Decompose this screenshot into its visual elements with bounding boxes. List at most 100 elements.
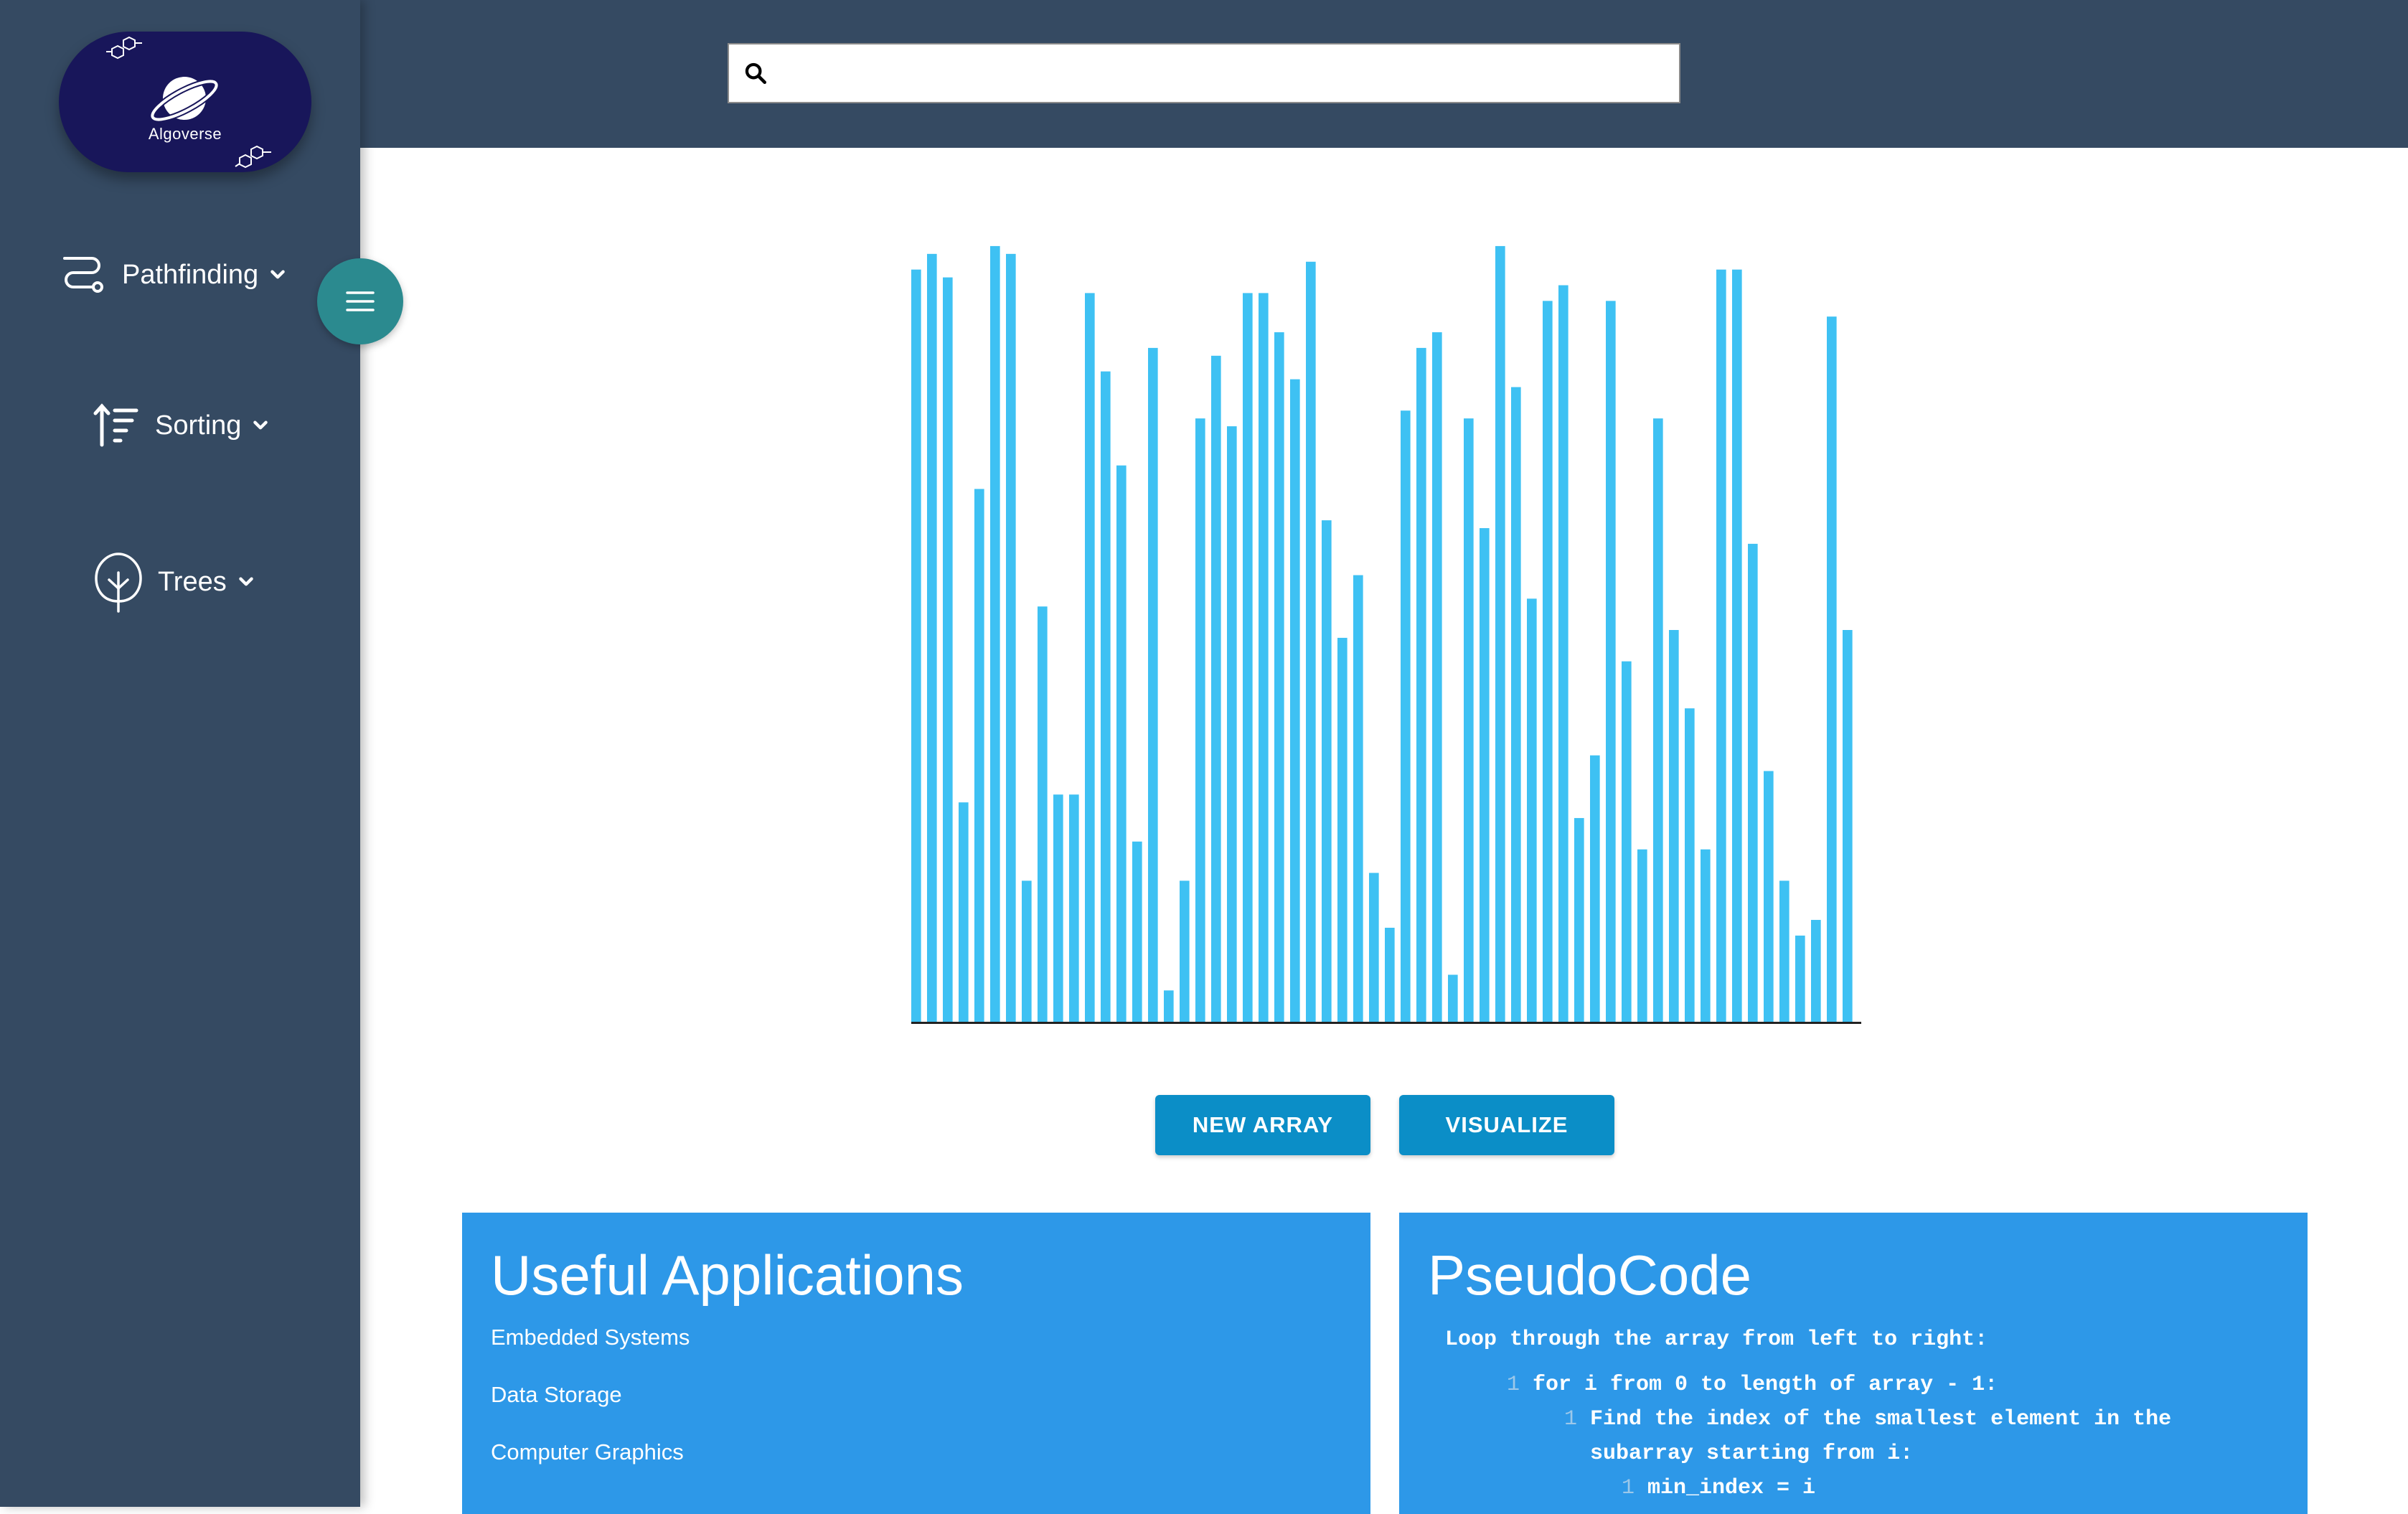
array-bar — [1132, 841, 1142, 1022]
array-bar — [1306, 261, 1316, 1022]
array-bar — [1685, 708, 1695, 1022]
nav-label-pathfinding: Pathfinding — [122, 259, 259, 290]
array-bar — [1164, 990, 1174, 1022]
array-bar — [1353, 575, 1363, 1022]
array-bar — [1022, 880, 1032, 1022]
array-bar — [1732, 269, 1742, 1022]
code-line: Loop through the array from left to righ… — [1428, 1320, 2289, 1359]
array-bar — [1259, 293, 1269, 1022]
array-bar — [927, 253, 937, 1022]
array-bar — [1195, 418, 1205, 1022]
array-bar — [1085, 293, 1095, 1022]
code-line-text: for i from 0 to length of array - 1: — [1533, 1373, 1998, 1397]
code-line-text: Loop through the array from left to righ… — [1445, 1327, 1988, 1352]
list-item: Data Storage — [491, 1382, 622, 1407]
array-bar — [1811, 920, 1821, 1022]
applications-title: Useful Applications — [491, 1243, 964, 1307]
array-bar — [1827, 316, 1837, 1022]
tree-icon — [95, 553, 142, 613]
hexagon-decoration-icon — [235, 145, 271, 169]
nav-item-sorting[interactable]: Sorting — [93, 402, 270, 449]
array-bar — [943, 277, 953, 1022]
array-bar — [1274, 332, 1284, 1022]
array-bar — [1764, 771, 1774, 1022]
array-bar — [1480, 528, 1490, 1022]
array-bar — [1622, 661, 1632, 1022]
array-bar — [1637, 849, 1647, 1022]
hamburger-icon — [346, 291, 375, 311]
array-bar — [1369, 873, 1379, 1022]
array-bar — [1401, 410, 1411, 1022]
code-line: 1 min_index = i — [1428, 1471, 2289, 1505]
chevron-down-icon — [238, 577, 253, 586]
array-bar — [1495, 245, 1505, 1022]
array-bar — [1337, 637, 1348, 1022]
sort-icon — [93, 403, 138, 447]
new-array-button[interactable]: NEW ARRAY — [1155, 1095, 1370, 1155]
array-bar — [1779, 880, 1789, 1022]
chevron-down-icon — [253, 420, 268, 430]
route-icon — [63, 257, 103, 293]
sidebar: Algoverse Pathfinding Sorting Trees — [0, 0, 360, 1507]
array-bar — [1101, 371, 1111, 1022]
array-bar — [1606, 301, 1616, 1022]
array-bar — [990, 245, 1000, 1022]
array-bar — [974, 489, 984, 1022]
applications-panel: Useful Applications Embedded Systems Dat… — [462, 1213, 1370, 1514]
array-bar — [1211, 355, 1221, 1022]
array-bar — [1590, 755, 1600, 1022]
array-bar — [911, 269, 921, 1022]
search-bar[interactable] — [728, 43, 1680, 103]
list-item: Computer Graphics — [491, 1439, 684, 1464]
line-number: 1 — [1622, 1476, 1635, 1500]
code-line: 1 Find the index of the smallest element… — [1428, 1402, 2289, 1437]
array-bar — [1653, 418, 1663, 1022]
array-bar — [1227, 426, 1237, 1022]
nav-item-pathfinding[interactable]: Pathfinding — [60, 251, 287, 298]
array-bar — [1053, 794, 1063, 1022]
code-line: subarray starting from i: — [1428, 1437, 2289, 1471]
array-bar — [1748, 543, 1758, 1022]
array-bar — [1038, 606, 1048, 1022]
array-bar — [1843, 630, 1853, 1022]
code-line-text: subarray starting from i: — [1590, 1442, 1914, 1466]
array-bar — [1432, 332, 1442, 1022]
array-bar-chart — [911, 245, 1861, 1024]
array-bar — [1006, 253, 1016, 1022]
nav-item-trees[interactable]: Trees — [93, 551, 255, 613]
pseudocode-panel: PseudoCode Loop through the array from l… — [1399, 1213, 2308, 1514]
list-item: Embedded Systems — [491, 1325, 690, 1350]
menu-toggle-button[interactable] — [317, 258, 403, 344]
code-line-text: min_index = i — [1647, 1476, 1816, 1500]
array-bar — [1527, 598, 1537, 1022]
array-bar — [1385, 927, 1395, 1022]
array-bar — [1116, 465, 1127, 1022]
search-icon — [745, 62, 767, 85]
code-line-text: Find the index of the smallest element i… — [1590, 1407, 2172, 1431]
array-bar — [1243, 293, 1253, 1022]
array-bar — [1180, 880, 1190, 1022]
array-bar — [959, 802, 969, 1022]
bars-group — [911, 245, 1853, 1022]
array-bar — [1511, 387, 1521, 1022]
top-header — [0, 0, 2408, 148]
array-bar — [1290, 379, 1300, 1022]
nav-label-trees: Trees — [158, 566, 227, 597]
array-bar — [1322, 520, 1332, 1022]
logo[interactable]: Algoverse — [59, 32, 311, 172]
array-bar — [1069, 794, 1079, 1022]
pseudocode-block: Loop through the array from left to righ… — [1428, 1320, 2289, 1505]
array-bar — [1795, 935, 1805, 1022]
pseudocode-title: PseudoCode — [1428, 1243, 1752, 1307]
array-bar — [1558, 285, 1569, 1022]
array-bar — [1543, 301, 1553, 1022]
applications-list: Embedded Systems Data Storage Computer G… — [491, 1325, 690, 1497]
array-bar — [1464, 418, 1474, 1022]
array-bar — [1669, 630, 1679, 1022]
search-input[interactable] — [776, 48, 1679, 98]
visualize-button[interactable]: VISUALIZE — [1399, 1095, 1614, 1155]
code-line: 1 for i from 0 to length of array - 1: — [1428, 1368, 2289, 1402]
array-bar — [1416, 347, 1426, 1022]
array-bar — [1148, 347, 1158, 1022]
line-number: 1 — [1507, 1373, 1520, 1397]
